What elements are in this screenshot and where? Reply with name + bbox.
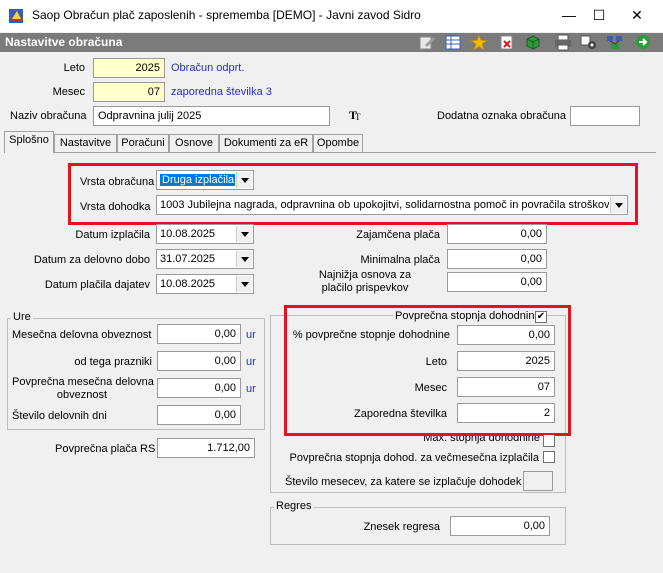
prazniki-input[interactable]: 0,00 — [157, 351, 241, 371]
ur-unit-label: ur — [246, 383, 256, 395]
povprecna-obveznost-input[interactable]: 0,00 — [157, 378, 241, 398]
znesek-regresa-input[interactable]: 0,00 — [450, 516, 550, 536]
chevron-down-icon[interactable] — [236, 251, 252, 267]
datum-izplacila-select[interactable]: 10.08.2025 — [156, 224, 254, 244]
mesecna-obveznost-input[interactable]: 0,00 — [157, 324, 241, 344]
close-button[interactable]: ✕ — [622, 4, 652, 26]
leto-label: Leto — [63, 62, 85, 74]
zaporedna-stevilka-label: Zaporedna številka — [354, 408, 447, 420]
leto-input[interactable]: 2025 — [93, 58, 165, 78]
najnizja-label-line2: plačilo prispevkov — [321, 282, 409, 294]
print-icon[interactable] — [554, 34, 572, 51]
znesek-regresa-label: Znesek regresa — [363, 521, 440, 533]
app-icon — [9, 9, 23, 23]
max-stopnja-checkbox[interactable] — [543, 435, 555, 447]
tab-strip-line — [4, 152, 656, 153]
vecmesecna-label: Povprečna stopnja dohod. za večmesečna i… — [289, 452, 539, 464]
minimalna-label: Minimalna plača — [360, 254, 440, 266]
ur-unit-label: ur — [246, 329, 256, 341]
stevilo-mesecev-input[interactable] — [523, 471, 553, 491]
zajamcena-label: Zajamčena plača — [356, 229, 440, 241]
obracun-status-link: Obračun odprt. — [171, 62, 245, 74]
minimalna-input[interactable]: 0,00 — [447, 249, 547, 269]
stevilo-dni-label: Število delovnih dni — [12, 410, 107, 422]
exit-icon[interactable] — [634, 34, 652, 51]
tab-nastavitve[interactable]: Nastavitve — [54, 134, 117, 152]
regres-group-title: Regres — [274, 500, 314, 512]
window-title: Saop Obračun plač zaposlenih - sprememba… — [32, 8, 421, 22]
naziv-label: Naziv obračuna — [10, 110, 87, 122]
datum-placila-value: 10.08.2025 — [160, 278, 216, 290]
pct-stopnje-label: % povprečne stopnje dohodnine — [292, 329, 450, 341]
stopnja-leto-input[interactable]: 2025 — [457, 351, 555, 371]
cube-icon[interactable] — [524, 34, 542, 51]
zaporedna-stevilka-link: zaporedna številka 3 — [171, 86, 272, 98]
vecmesecna-checkbox[interactable] — [543, 451, 555, 463]
datum-izplacila-label: Datum izplačila — [75, 229, 150, 241]
maximize-button[interactable]: ☐ — [584, 4, 614, 26]
mesec-label: Mesec — [52, 86, 85, 98]
page-title: Nastavitve obračuna — [5, 35, 123, 49]
vrsta-obracuna-label: Vrsta obračuna — [80, 176, 155, 188]
minimize-button[interactable]: — — [554, 4, 584, 26]
vrsta-dohodka-label: Vrsta dohodka — [80, 201, 151, 213]
povprecna-obveznost-line2: obveznost — [56, 389, 108, 401]
stevilo-mesecev-label: Število mesecev, za katere se izplačuje … — [285, 476, 522, 488]
pct-stopnje-input[interactable]: 0,00 — [457, 325, 555, 345]
vrsta-dohodka-select[interactable]: 1003 Jubilejna nagrada, odpravnina ob up… — [156, 195, 628, 215]
stevilo-dni-input[interactable]: 0,00 — [157, 405, 241, 425]
datum-placila-label: Datum plačila dajatev — [44, 279, 150, 291]
mesec-input[interactable]: 07 — [93, 82, 165, 102]
edit-icon[interactable] — [418, 34, 436, 51]
settings-icon[interactable] — [580, 34, 598, 51]
delete-icon[interactable] — [498, 34, 516, 51]
chevron-down-icon[interactable] — [236, 276, 252, 292]
datum-izplacila-value: 10.08.2025 — [160, 228, 216, 240]
star-icon[interactable] — [470, 34, 488, 51]
povprecna-obveznost-label: Povprečna mesečna delovna obveznost — [12, 376, 154, 402]
vrsta-dohodka-value: 1003 Jubilejna nagrada, odpravnina ob up… — [160, 199, 609, 211]
stopnja-mesec-input[interactable]: 07 — [457, 377, 555, 397]
vrsta-obracuna-value: Druga izplačila — [160, 174, 235, 186]
chevron-down-icon[interactable] — [236, 226, 252, 242]
datum-delovno-label: Datum za delovno dobo — [33, 254, 150, 266]
datum-delovno-value: 31.07.2025 — [160, 253, 216, 265]
placa-rs-input[interactable]: 1.712,00 — [157, 438, 255, 458]
table-icon[interactable] — [444, 34, 462, 51]
placa-rs-label: Povprečna plača RS — [55, 443, 156, 455]
chevron-down-icon[interactable] — [610, 197, 626, 213]
tab-splosno[interactable]: Splošno — [4, 131, 54, 153]
tab-dokumenti-er[interactable]: Dokumenti za eR — [219, 134, 313, 152]
naziv-input[interactable]: Odpravnina julij 2025 — [93, 106, 330, 126]
text-format-icon[interactable]: T T — [349, 108, 363, 121]
zaporedna-stevilka-input[interactable]: 2 — [457, 403, 555, 423]
tab-poracuni[interactable]: Poračuni — [117, 134, 169, 152]
tab-osnove[interactable]: Osnove — [169, 134, 219, 152]
najnizja-label: Najnižja osnova za plačilo prispevkov — [290, 269, 440, 295]
datum-placila-select[interactable]: 10.08.2025 — [156, 274, 254, 294]
dodatna-oznaka-label: Dodatna oznaka obračuna — [437, 110, 567, 122]
vrsta-highlight-box — [68, 163, 638, 225]
prazniki-label: od tega prazniki — [74, 356, 152, 368]
chevron-down-icon[interactable] — [236, 172, 252, 188]
network-icon[interactable] — [606, 34, 624, 51]
dodatna-oznaka-input[interactable] — [570, 106, 640, 126]
svg-text:T: T — [355, 112, 361, 121]
ur-unit-label: ur — [246, 356, 256, 368]
povprecna-obveznost-line1: Povprečna mesečna delovna — [12, 376, 154, 388]
zajamcena-input[interactable]: 0,00 — [447, 224, 547, 244]
stopnja-mesec-label: Mesec — [414, 382, 447, 394]
tab-opombe[interactable]: Opombe — [313, 134, 363, 152]
ure-group-title: Ure — [11, 311, 33, 323]
stopnja-group-title: Povprečna stopnja dohodnine — [393, 310, 543, 322]
stopnja-checkbox[interactable]: ✔ — [535, 311, 547, 323]
stopnja-leto-label: Leto — [425, 356, 447, 368]
najnizja-label-line1: Najnižja osnova za — [318, 269, 412, 281]
mesecna-obveznost-label: Mesečna delovna obveznost — [12, 329, 152, 341]
datum-delovno-select[interactable]: 31.07.2025 — [156, 249, 254, 269]
vrsta-obracuna-select[interactable]: Druga izplačila — [156, 170, 254, 190]
najnizja-input[interactable]: 0,00 — [447, 272, 547, 292]
